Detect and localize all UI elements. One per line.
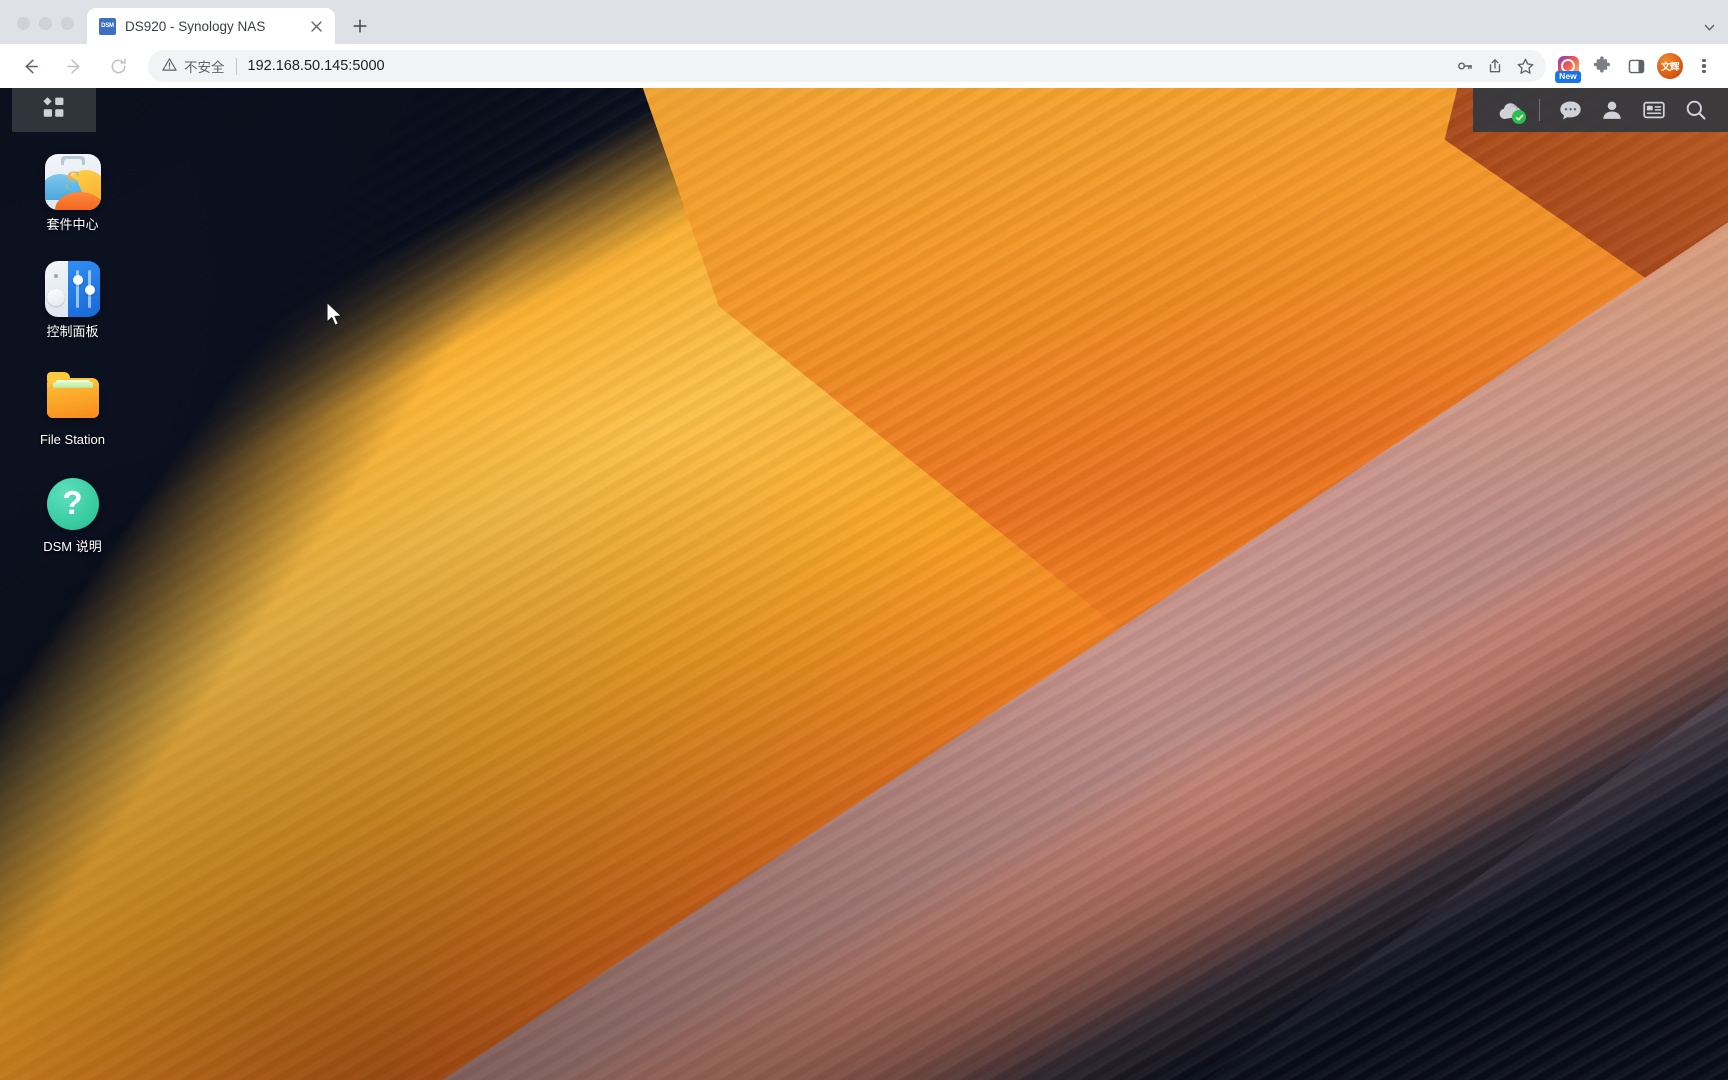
- desktop-icon-dsm-help[interactable]: ? DSM 说明: [14, 468, 132, 561]
- package-center-icon: S: [44, 154, 101, 210]
- window-maximize-button[interactable]: [61, 17, 74, 30]
- extension-new-badge: New: [1555, 71, 1581, 83]
- tab-title: DS920 - Synology NAS: [125, 18, 266, 34]
- window-close-button[interactable]: [17, 17, 30, 30]
- widgets-icon[interactable]: [1634, 90, 1674, 130]
- desktop-wallpaper: [0, 88, 1728, 1080]
- back-arrow-icon[interactable]: [13, 49, 47, 83]
- desktop-icon-file-station[interactable]: File Station: [14, 361, 132, 454]
- user-account-icon[interactable]: [1592, 90, 1632, 130]
- desktop-icon-label: 控制面板: [46, 324, 99, 340]
- sync-check-badge: [1512, 110, 1526, 124]
- desktop-icon-control-panel[interactable]: 控制面板: [14, 253, 132, 346]
- security-warning-text: 不安全: [184, 60, 225, 75]
- reload-icon[interactable]: [101, 49, 135, 83]
- omnibox-actions: [1450, 51, 1540, 81]
- password-key-icon[interactable]: [1450, 51, 1480, 81]
- tab-list-button[interactable]: [1703, 21, 1716, 34]
- address-bar[interactable]: 不安全 192.168.50.145:5000: [148, 50, 1546, 82]
- tab-favicon: DSM: [99, 17, 116, 35]
- toolbar-actions: New 文辉: [1552, 50, 1720, 83]
- taskbar-divider: [1539, 99, 1540, 121]
- forward-arrow-icon[interactable]: [57, 49, 91, 83]
- app-grid-icon: [41, 95, 67, 126]
- profile-initials: 文辉: [1657, 53, 1683, 79]
- control-panel-icon: [44, 261, 101, 318]
- instagram-extension-icon[interactable]: New: [1552, 50, 1584, 83]
- question-mark-icon: ?: [45, 476, 101, 532]
- window-minimize-button[interactable]: [39, 17, 52, 30]
- tab-strip: DSM DS920 - Synology NAS: [0, 0, 1728, 44]
- puzzle-piece-icon[interactable]: [1586, 50, 1618, 82]
- omnibox-divider: [235, 57, 237, 75]
- page-viewport: S 套件中心 控制面板 File Station ? DSM 说明: [0, 88, 1728, 1080]
- tab-close-icon[interactable]: [306, 16, 326, 36]
- window-controls: [0, 17, 87, 44]
- desktop-icon-list: S 套件中心 控制面板 File Station ? DSM 说明: [0, 146, 145, 561]
- share-icon[interactable]: [1480, 51, 1510, 81]
- browser-toolbar: 不安全 192.168.50.145:5000 New 文辉: [0, 44, 1728, 88]
- search-icon[interactable]: [1676, 90, 1716, 130]
- url-text: 192.168.50.145:5000: [247, 58, 385, 74]
- security-status[interactable]: 不安全: [162, 56, 225, 76]
- main-menu-button[interactable]: [12, 88, 96, 132]
- dsm-taskbar: [1473, 88, 1728, 132]
- desktop-icon-label: 套件中心: [46, 217, 99, 232]
- sync-status-icon[interactable]: [1489, 90, 1529, 130]
- desktop-icon-label: File Station: [39, 431, 106, 447]
- bookmark-star-icon[interactable]: [1510, 51, 1540, 81]
- side-panel-icon[interactable]: [1620, 50, 1652, 82]
- three-dot-menu-icon[interactable]: [1688, 50, 1720, 82]
- notifications-chat-icon[interactable]: [1550, 90, 1590, 130]
- browser-tab[interactable]: DSM DS920 - Synology NAS: [87, 8, 335, 44]
- desktop-icon-package-center[interactable]: S 套件中心: [14, 146, 132, 239]
- desktop-icon-label: DSM 说明: [43, 538, 102, 554]
- new-tab-button[interactable]: [345, 11, 375, 41]
- warning-triangle-icon: [162, 57, 177, 75]
- folder-icon: [45, 369, 101, 425]
- browser-window: DSM DS920 - Synology NAS 不安全 192.168.50.…: [0, 0, 1728, 1080]
- profile-avatar[interactable]: 文辉: [1654, 50, 1686, 82]
